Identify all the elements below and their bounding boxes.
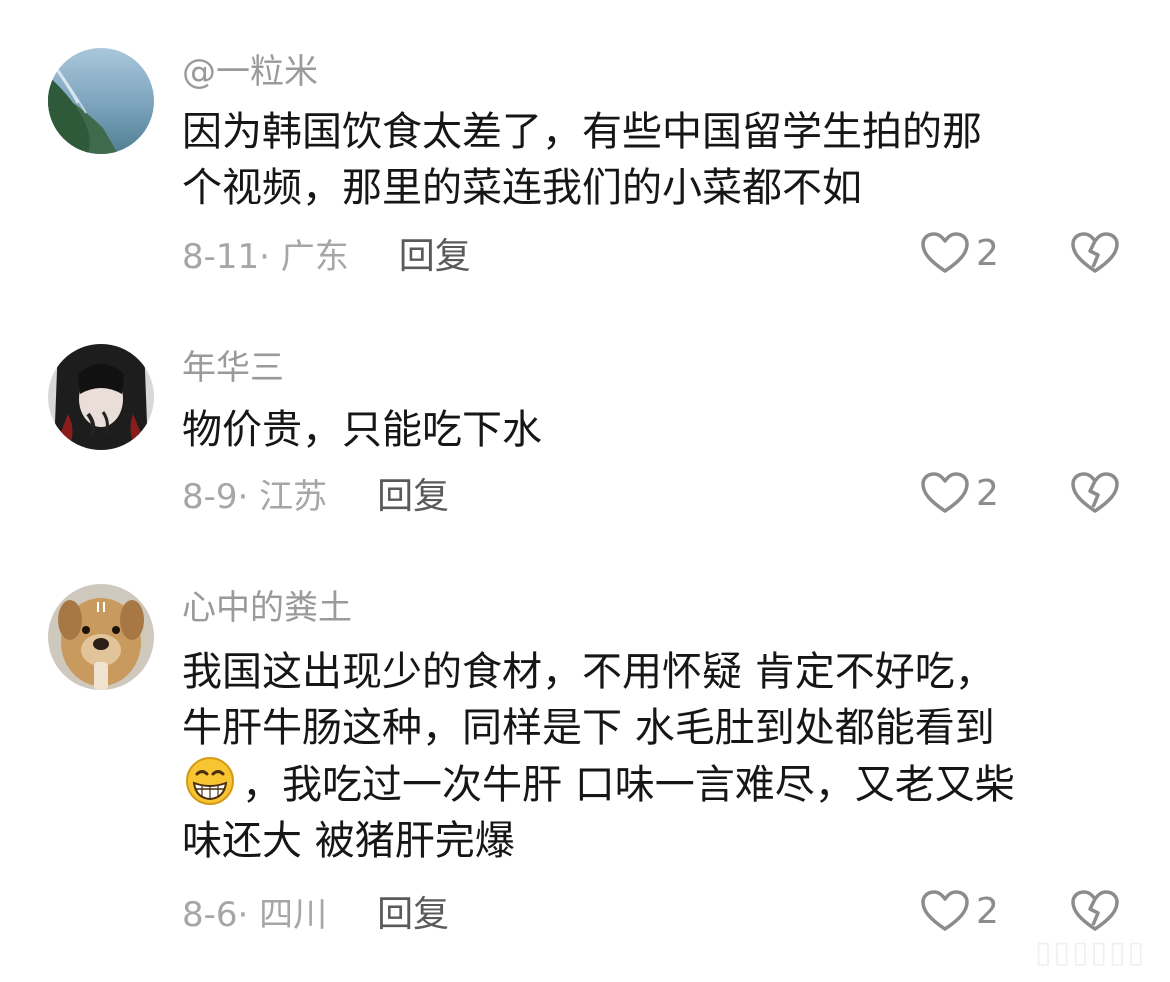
comment-date-location: 8-11· 广东 [182, 236, 349, 277]
like-count: 2 [976, 232, 999, 274]
comment-text-line: 我国这出现少的食材，不用怀疑 肯定不好吃， [182, 649, 995, 695]
dislike-button[interactable] [1070, 886, 1120, 936]
avatar[interactable] [48, 584, 154, 690]
comment-text: 因为韩国饮食太差了，有些中国留学生拍的那 个视频，那里的菜连我们的小菜都不如 [182, 104, 1132, 216]
heart-icon [921, 232, 969, 273]
reply-button[interactable]: 回复 [377, 467, 449, 519]
like-button[interactable]: 2 [920, 468, 999, 518]
comment-text: 物价贵，只能吃下水 [182, 402, 1132, 458]
comment-text-line: 牛肝牛肠这种，同样是下 水毛肚到处都能看到 [182, 705, 995, 751]
heart-icon [921, 890, 969, 931]
avatar[interactable] [48, 344, 154, 450]
comment-date-location: 8-9· 江苏 [182, 476, 328, 517]
comment-meta: 8-11· 广东 回复 [182, 228, 471, 278]
dog-praying-avatar [48, 584, 154, 690]
dislike-button[interactable] [1070, 228, 1120, 278]
comment-text-line: 物价贵，只能吃下水 [182, 407, 542, 453]
heart-icon [921, 472, 969, 513]
comment-text: 我国这出现少的食材，不用怀疑 肯定不好吃， 牛肝牛肠这种，同样是下 水毛肚到处都… [182, 644, 1132, 869]
comment-username[interactable]: @一粒米 [182, 52, 318, 92]
comment-meta: 8-9· 江苏 回复 [182, 468, 449, 518]
broken-heart-icon [1071, 472, 1119, 513]
avatar[interactable] [48, 48, 154, 154]
like-count: 2 [976, 890, 999, 932]
dark-hair-figure-avatar [48, 344, 154, 450]
dislike-button[interactable] [1070, 468, 1120, 518]
reply-button[interactable]: 回复 [377, 885, 449, 937]
grinning-face-emoji [182, 756, 238, 806]
like-count: 2 [976, 472, 999, 514]
comment-text-segment: ，我吃过一次牛肝 口味一言难尽，又老又柴 [242, 762, 1015, 808]
comment-meta: 8-6· 四川 回复 [182, 886, 449, 936]
comment-text-line: ，我吃过一次牛肝 口味一言难尽，又老又柴 [182, 756, 1132, 813]
comment-text-line: 因为韩国饮食太差了，有些中国留学生拍的那 [182, 109, 982, 155]
comment-username[interactable]: 心中的粪土 [182, 588, 352, 628]
like-button[interactable]: 2 [920, 228, 999, 278]
broken-heart-icon [1071, 232, 1119, 273]
comment-text-line: 味还大 被猪肝完爆 [182, 818, 515, 864]
like-button[interactable]: 2 [920, 886, 999, 936]
comment-username[interactable]: 年华三 [182, 348, 284, 388]
comment-text-line: 个视频，那里的菜连我们的小菜都不如 [182, 165, 862, 211]
reply-button[interactable]: 回复 [399, 227, 471, 279]
ocean-coastline-avatar [48, 48, 154, 154]
watermark: ▯▯▯▯▯▯ [1034, 935, 1146, 970]
broken-heart-icon [1071, 890, 1119, 931]
comment-date-location: 8-6· 四川 [182, 894, 328, 935]
